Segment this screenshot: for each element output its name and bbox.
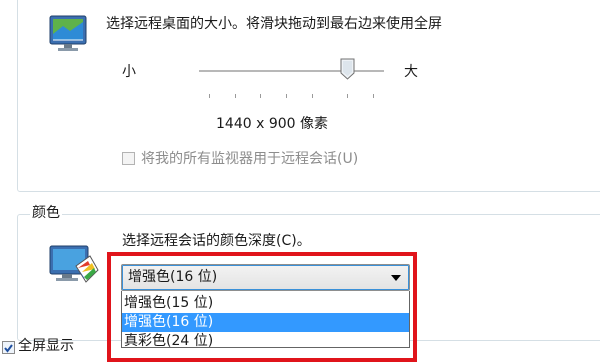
resolution-label: 1440 x 900 像素 xyxy=(216,116,328,132)
color-depth-instruction: 选择远程会话的颜色深度(C)。 xyxy=(122,233,311,249)
display-instruction: 选择远程桌面的大小。将滑块拖动到最右边来使用全屏 xyxy=(106,16,442,32)
use-all-monitors-label[interactable]: 将我的所有监视器用于远程会话(U) xyxy=(141,150,358,168)
color-palette-icon xyxy=(49,245,99,283)
slider-tick xyxy=(312,94,313,98)
slider-min-label: 小 xyxy=(122,64,136,80)
slider-max-label: 大 xyxy=(404,64,418,80)
slider-tick xyxy=(347,94,348,98)
monitor-icon xyxy=(49,15,87,51)
slider-tick xyxy=(286,94,287,98)
slider-tick xyxy=(260,94,261,98)
slider-tick xyxy=(373,94,374,98)
size-slider-track[interactable] xyxy=(199,70,384,73)
checkmark-icon xyxy=(4,344,13,353)
fullscreen-checkbox-label[interactable]: 全屏显示 xyxy=(18,337,74,355)
colors-section-label: 颜色 xyxy=(30,205,62,221)
use-all-monitors-checkbox[interactable] xyxy=(122,152,135,165)
size-slider-thumb[interactable] xyxy=(340,58,355,80)
slider-tick xyxy=(235,94,236,98)
highlight-annotation xyxy=(107,252,417,362)
slider-tick xyxy=(209,94,210,98)
